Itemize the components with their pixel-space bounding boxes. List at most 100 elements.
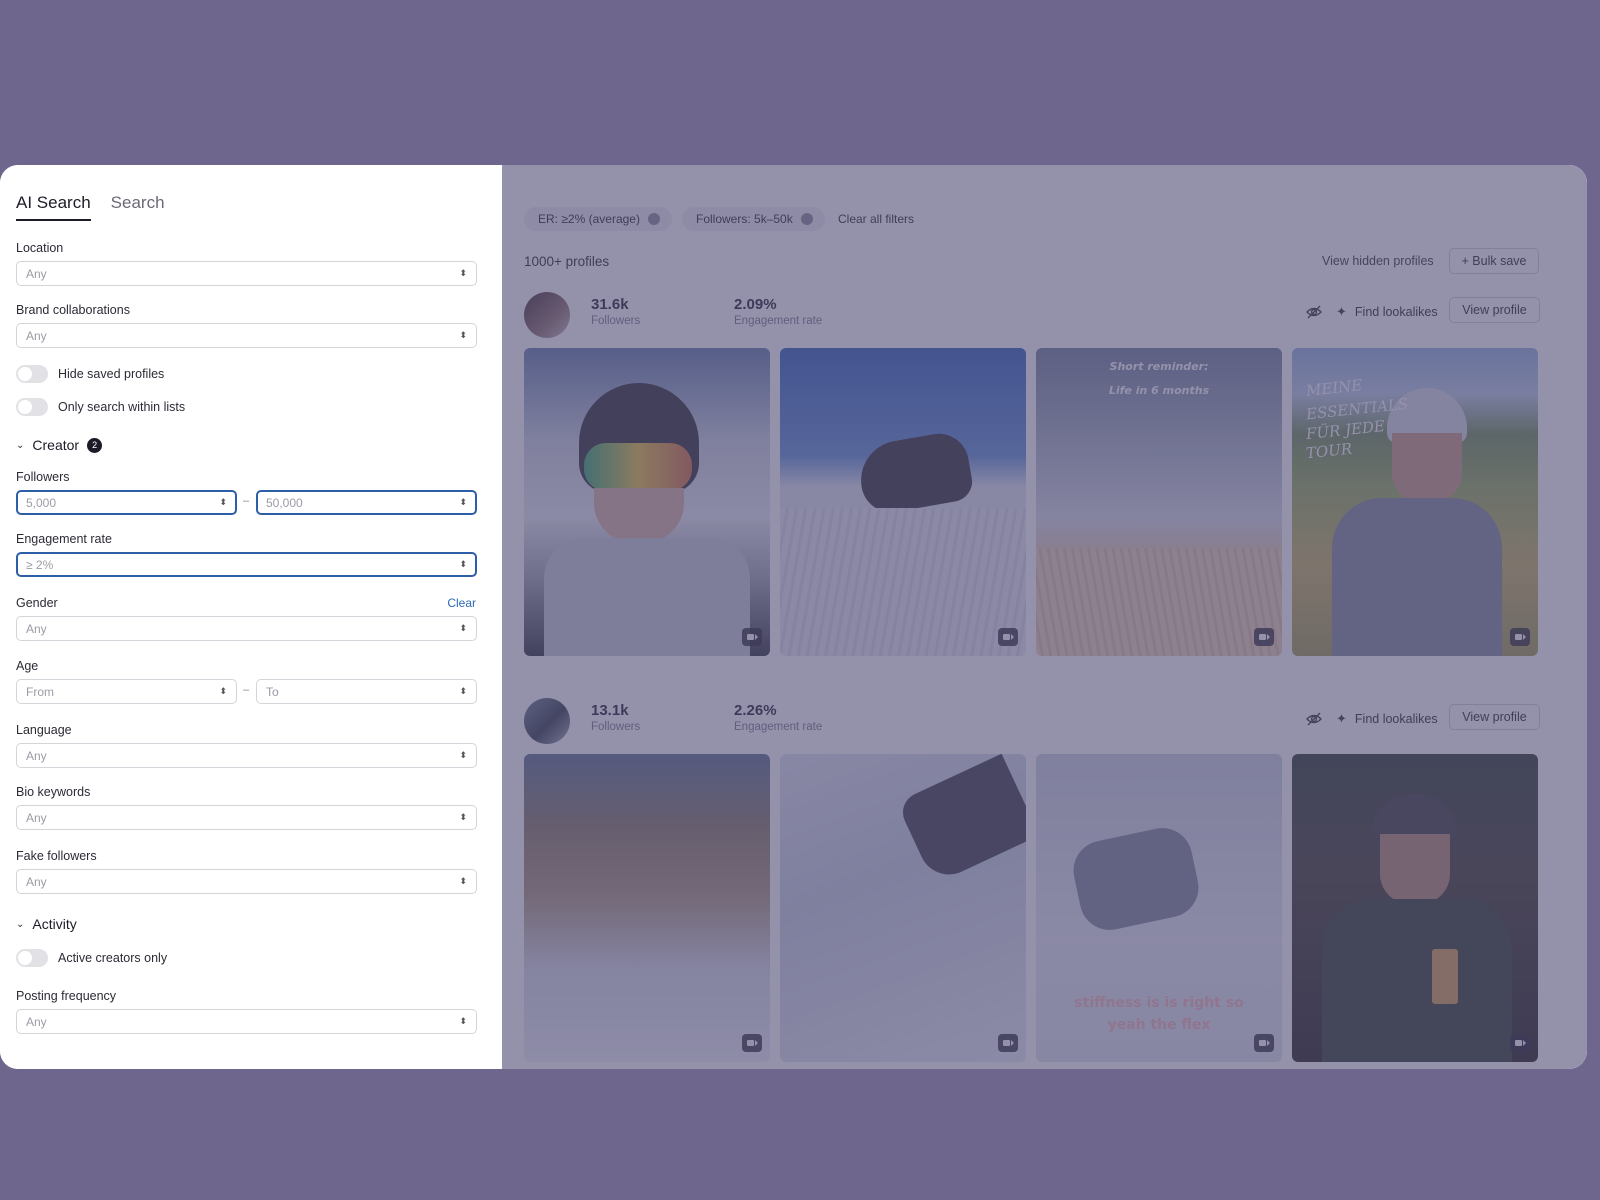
fake-followers-value: Any	[26, 874, 47, 889]
gender-select[interactable]: Any ⬍	[16, 616, 477, 641]
face-shape	[1380, 834, 1450, 904]
goggle-shape	[584, 443, 692, 491]
post-thumbnail[interactable]	[1292, 754, 1538, 1062]
hide-profile-icon[interactable]	[1305, 303, 1323, 321]
skier-shape	[854, 428, 976, 518]
filter-chip-followers[interactable]: Followers: 5k–50k	[682, 207, 825, 231]
avatar[interactable]	[524, 698, 570, 744]
post-thumbnail[interactable]	[524, 348, 770, 656]
only-lists-toggle[interactable]	[16, 398, 48, 416]
language-select[interactable]: Any ⬍	[16, 743, 477, 768]
post-thumbnail[interactable]: MEINE ESSENTIALS FÜR JEDE TOUR	[1292, 348, 1538, 656]
post-thumbnail[interactable]	[780, 348, 1026, 656]
age-from-placeholder: From	[26, 684, 54, 699]
video-icon	[1510, 1034, 1530, 1052]
find-lookalikes-label: Find lookalikes	[1354, 305, 1438, 319]
followers-stat-label: Followers	[591, 315, 641, 327]
find-lookalikes-button[interactable]: ✦ Find lookalikes	[1336, 304, 1438, 320]
engagement-rate-label: Engagement rate	[16, 532, 112, 546]
location-value: Any	[26, 266, 47, 281]
active-only-toggle[interactable]	[16, 949, 48, 967]
post-overlay-text: MEINE	[1305, 376, 1364, 400]
age-to-select[interactable]: To ⬍	[256, 679, 477, 704]
followers-min-placeholder: 5,000	[26, 495, 57, 510]
hide-profile-icon[interactable]	[1305, 710, 1323, 728]
video-icon	[1510, 628, 1530, 646]
range-separator: –	[243, 495, 250, 507]
location-label: Location	[16, 241, 64, 255]
updown-chevron-icon: ⬍	[459, 1016, 467, 1026]
filter-chip-label: Followers: 5k–50k	[696, 212, 793, 226]
face-shape	[594, 488, 684, 543]
find-lookalikes-button[interactable]: ✦ Find lookalikes	[1336, 711, 1438, 727]
engagement-rate-value: ≥ 2%	[26, 557, 54, 572]
view-profile-button[interactable]: View profile	[1449, 704, 1540, 730]
ski-boot-shape	[896, 754, 1026, 885]
activity-section-title: Activity	[32, 916, 77, 932]
followers-min-input[interactable]: 5,000 ⬍	[16, 490, 237, 515]
app-window: AI Search Search Location Any ⬍ Brand co…	[0, 165, 1587, 1069]
hide-saved-toggle[interactable]	[16, 365, 48, 383]
engagement-rate-value: 2.26%	[734, 702, 777, 719]
results-panel: ER: ≥2% (average) Followers: 5k–50k Clea…	[502, 165, 1587, 1069]
post-overlay-text: Short reminder:	[1109, 360, 1209, 373]
bio-keywords-select[interactable]: Any ⬍	[16, 805, 477, 830]
sparkle-icon: ✦	[1336, 304, 1347, 319]
brand-collaborations-select[interactable]: Any ⬍	[16, 323, 477, 348]
age-from-select[interactable]: From ⬍	[16, 679, 237, 704]
hide-saved-row: Hide saved profiles	[16, 365, 164, 383]
profile-card: 31.6k Followers 2.09% Engagement rate ✦ …	[524, 292, 1540, 692]
posting-frequency-value: Any	[26, 1014, 47, 1029]
fake-followers-select[interactable]: Any ⬍	[16, 869, 477, 894]
remove-chip-icon[interactable]	[647, 213, 660, 225]
activity-section-header[interactable]: ⌄ Activity	[16, 916, 77, 932]
only-lists-row: Only search within lists	[16, 398, 185, 416]
fake-followers-label: Fake followers	[16, 849, 97, 863]
post-overlay-text: TOUR	[1305, 439, 1354, 463]
creator-section-title: Creator	[32, 437, 80, 453]
updown-chevron-icon: ⬍	[459, 268, 467, 278]
view-hidden-profiles-link[interactable]: View hidden profiles	[1322, 254, 1434, 268]
updown-chevron-icon: ⬍	[459, 559, 467, 569]
posting-frequency-select[interactable]: Any ⬍	[16, 1009, 477, 1034]
posting-frequency-label: Posting frequency	[16, 989, 117, 1003]
avatar[interactable]	[524, 292, 570, 338]
updown-chevron-icon: ⬍	[459, 330, 467, 340]
updown-chevron-icon: ⬍	[219, 686, 227, 696]
post-overlay-text: yeah the flex	[1107, 1017, 1211, 1033]
updown-chevron-icon: ⬍	[459, 686, 467, 696]
video-icon	[742, 1034, 762, 1052]
filter-chip-label: ER: ≥2% (average)	[538, 212, 640, 226]
post-thumbnail[interactable]: stiffness is is right so yeah the flex	[1036, 754, 1282, 1062]
tab-ai-search[interactable]: AI Search	[16, 193, 91, 221]
post-thumbnail[interactable]	[780, 754, 1026, 1062]
view-profile-button[interactable]: View profile	[1449, 297, 1540, 323]
updown-chevron-icon: ⬍	[459, 812, 467, 822]
skier-shape	[1067, 822, 1205, 936]
creator-section-header[interactable]: ⌄ Creator 2	[16, 437, 103, 453]
language-value: Any	[26, 748, 47, 763]
bulk-save-button[interactable]: + Bulk save	[1449, 248, 1539, 274]
sparkle-icon: ✦	[1336, 711, 1347, 726]
glass-shape	[1432, 949, 1458, 1004]
video-icon	[742, 628, 762, 646]
clear-all-filters-link[interactable]: Clear all filters	[838, 212, 914, 226]
location-select[interactable]: Any ⬍	[16, 261, 477, 286]
remove-chip-icon[interactable]	[800, 213, 813, 225]
gender-clear-link[interactable]: Clear	[447, 596, 476, 610]
updown-chevron-icon: ⬍	[459, 876, 467, 886]
bio-keywords-value: Any	[26, 810, 47, 825]
post-thumbnail[interactable]	[524, 754, 770, 1062]
engagement-stat-label: Engagement rate	[734, 721, 823, 733]
shirt-shape	[1322, 899, 1512, 1062]
jacket-shape	[544, 538, 750, 656]
followers-count: 13.1k	[591, 702, 629, 719]
followers-label: Followers	[16, 470, 70, 484]
post-thumbnail[interactable]: Short reminder: Life in 6 months	[1036, 348, 1282, 656]
filter-chip-er[interactable]: ER: ≥2% (average)	[524, 207, 672, 231]
search-tabs: AI Search Search	[16, 193, 165, 221]
bio-keywords-label: Bio keywords	[16, 785, 91, 799]
followers-max-input[interactable]: 50,000 ⬍	[256, 490, 477, 515]
engagement-rate-select[interactable]: ≥ 2% ⬍	[16, 552, 477, 577]
tab-search[interactable]: Search	[111, 193, 165, 221]
